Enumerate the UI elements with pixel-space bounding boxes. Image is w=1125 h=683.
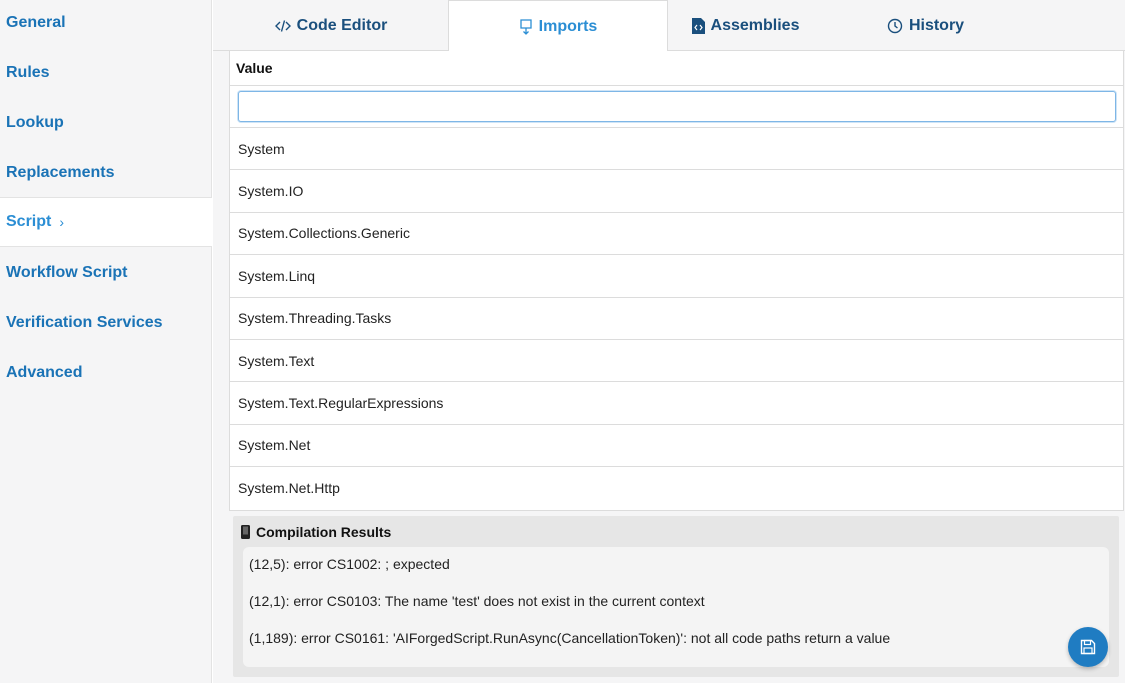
error-message: (12,5): error CS1002: ; expected: [249, 556, 450, 572]
table-row[interactable]: System.Text.RegularExpressions: [230, 382, 1123, 425]
column-header-value[interactable]: Value: [230, 51, 1123, 86]
table-row[interactable]: System: [230, 128, 1123, 171]
chevron-right-icon: ›: [59, 214, 65, 230]
save-icon: [1080, 639, 1096, 655]
table-row[interactable]: System.Text: [230, 340, 1123, 383]
table-row[interactable]: System.Threading.Tasks: [230, 298, 1123, 340]
import-icon: [519, 18, 533, 35]
main-panel: Code Editor Imports Assemblies History V…: [213, 0, 1125, 683]
tab-bar: Code Editor Imports Assemblies History: [213, 0, 1125, 52]
sidebar-item-script[interactable]: Script ›: [0, 197, 212, 247]
sidebar-item-advanced[interactable]: Advanced: [0, 348, 212, 398]
table-row[interactable]: System.Collections.Generic: [230, 213, 1123, 256]
sidebar-item-workflow-script[interactable]: Workflow Script: [0, 248, 212, 298]
tab-code-editor[interactable]: Code Editor: [213, 0, 449, 51]
filter-row: [230, 86, 1123, 128]
settings-sidebar: General Rules Lookup Replacements Script…: [0, 0, 212, 683]
error-message: (1,189): error CS0161: 'AIForgedScript.R…: [249, 630, 891, 646]
code-icon: [274, 19, 291, 33]
phone-icon: [241, 525, 250, 539]
sidebar-item-lookup[interactable]: Lookup: [0, 98, 212, 148]
table-row[interactable]: System.IO: [230, 170, 1123, 213]
sidebar-item-rules[interactable]: Rules: [0, 48, 212, 98]
tab-imports[interactable]: Imports: [448, 0, 668, 52]
table-row[interactable]: System.Net.Http: [230, 467, 1123, 509]
error-message: (12,1): error CS0103: The name 'test' do…: [249, 593, 705, 609]
save-button[interactable]: [1068, 627, 1108, 667]
sidebar-item-general[interactable]: General: [0, 0, 212, 48]
sidebar-item-replacements[interactable]: Replacements: [0, 148, 212, 198]
imports-grid: Value System System.IO System.Collection…: [229, 51, 1124, 511]
tab-history[interactable]: History: [853, 0, 998, 51]
compilation-errors-list: (12,5): error CS1002: ; expected (12,1):…: [243, 547, 1109, 667]
history-icon: [887, 18, 903, 34]
sidebar-item-verification-services[interactable]: Verification Services: [0, 298, 212, 348]
value-filter-input[interactable]: [238, 91, 1116, 122]
compilation-results-header: Compilation Results: [241, 524, 391, 540]
file-code-icon: [691, 17, 705, 34]
table-row[interactable]: System.Net: [230, 425, 1123, 468]
tab-assemblies[interactable]: Assemblies: [668, 0, 823, 51]
compilation-results-panel: Compilation Results (12,5): error CS1002…: [233, 516, 1119, 677]
table-row[interactable]: System.Linq: [230, 255, 1123, 298]
